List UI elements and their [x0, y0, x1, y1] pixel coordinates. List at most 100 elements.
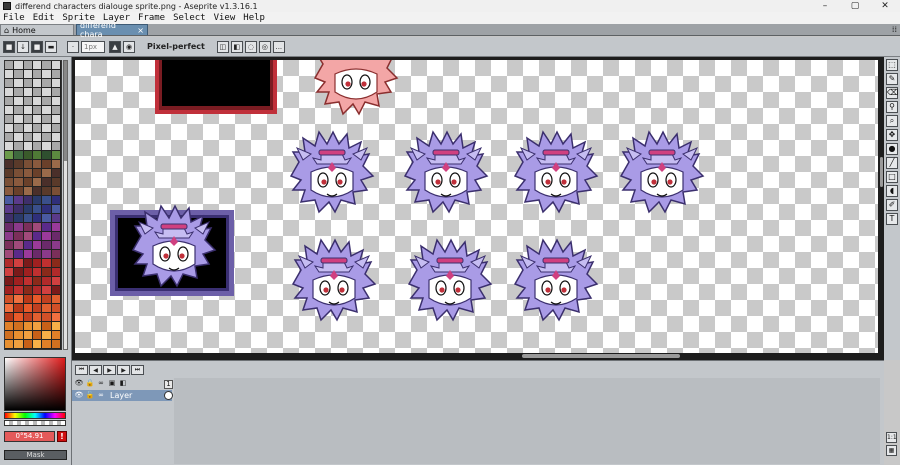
palette-swatch[interactable]: [5, 250, 15, 259]
timeline-grid-icon[interactable]: ▦: [886, 445, 897, 456]
palette-swatch[interactable]: [32, 70, 43, 79]
palette-swatch[interactable]: [5, 340, 15, 349]
marquee-icon[interactable]: ⬚: [886, 59, 898, 71]
palette-swatch[interactable]: [42, 340, 52, 349]
palette-swatch[interactable]: [23, 115, 33, 124]
palette-swatch[interactable]: [14, 331, 24, 340]
palette-swatch[interactable]: [42, 106, 52, 115]
palette-swatch[interactable]: [42, 304, 52, 313]
line-icon[interactable]: ╱: [886, 157, 898, 169]
palette-swatch[interactable]: [14, 205, 24, 214]
alpha-slider[interactable]: [4, 420, 66, 426]
palette-swatch[interactable]: [42, 277, 52, 286]
tab-close-icon[interactable]: ×: [137, 26, 144, 35]
palette-swatch[interactable]: [23, 232, 33, 241]
palette-swatch[interactable]: [32, 61, 43, 70]
palette-swatch[interactable]: [51, 178, 61, 187]
palette-swatch[interactable]: [5, 205, 15, 214]
palette-swatch[interactable]: [51, 124, 61, 133]
color-picker-spectrum[interactable]: [4, 357, 66, 411]
palette-swatch[interactable]: [32, 178, 43, 187]
fill-icon[interactable]: ●: [886, 143, 898, 155]
palette-swatch[interactable]: [23, 295, 33, 304]
palette-swatch[interactable]: [5, 295, 15, 304]
palette-swatch[interactable]: [23, 133, 33, 142]
palette-swatch[interactable]: [42, 79, 52, 88]
foreground-color[interactable]: 0°54.91: [4, 431, 55, 442]
palette-swatch[interactable]: [51, 250, 61, 259]
palette-swatch[interactable]: [14, 295, 24, 304]
palette-swatch[interactable]: [51, 313, 61, 322]
palette-swatch[interactable]: [5, 331, 15, 340]
palette-swatch[interactable]: [23, 322, 33, 331]
palette-swatch[interactable]: [14, 115, 24, 124]
palette-swatch[interactable]: [14, 97, 24, 106]
palette-swatch[interactable]: [5, 79, 15, 88]
palette-swatch[interactable]: [32, 304, 43, 313]
ink-icon[interactable]: ▲: [109, 40, 121, 53]
palette-swatch[interactable]: [14, 88, 24, 97]
palette-swatch[interactable]: [14, 187, 24, 196]
palette-swatch[interactable]: [14, 223, 24, 232]
palette-swatch[interactable]: [32, 160, 43, 169]
line-brush-icon[interactable]: ▬: [45, 40, 57, 53]
layer-name[interactable]: Layer: [110, 391, 160, 400]
move-icon[interactable]: ✥: [886, 129, 898, 141]
palette-swatch[interactable]: [23, 214, 33, 223]
palette-swatch[interactable]: [51, 115, 61, 124]
palette-swatch[interactable]: [51, 214, 61, 223]
close-window-button[interactable]: ✕: [870, 0, 900, 12]
tab-home[interactable]: ⌂ Home: [0, 24, 74, 35]
palette-swatch[interactable]: [5, 61, 15, 70]
palette-swatch[interactable]: [32, 214, 43, 223]
palette-swatch[interactable]: [42, 223, 52, 232]
palette-swatch[interactable]: [32, 250, 43, 259]
palette-swatch[interactable]: [42, 196, 52, 205]
next-frame-icon[interactable]: ▶: [117, 365, 130, 375]
palette-swatch[interactable]: [5, 223, 15, 232]
palette-swatch[interactable]: [32, 133, 43, 142]
palette-swatch[interactable]: [51, 169, 61, 178]
palette-swatch[interactable]: [23, 70, 33, 79]
palette-swatch[interactable]: [23, 223, 33, 232]
palette-swatch[interactable]: [42, 169, 52, 178]
palette-swatch[interactable]: [14, 79, 24, 88]
palette-swatch[interactable]: [14, 322, 24, 331]
palette-swatch[interactable]: [32, 169, 43, 178]
palette-swatch[interactable]: [32, 340, 43, 349]
palette-swatch[interactable]: [23, 286, 33, 295]
palette-swatch[interactable]: [5, 151, 15, 160]
palette-swatch[interactable]: [32, 277, 43, 286]
palette-swatch[interactable]: [51, 88, 61, 97]
palette-swatch[interactable]: [5, 124, 15, 133]
palette-swatch[interactable]: [14, 61, 24, 70]
menu-edit[interactable]: Edit: [33, 13, 55, 23]
palette-swatch[interactable]: [42, 322, 52, 331]
sprite-canvas[interactable]: [75, 60, 878, 353]
palette-swatch[interactable]: [14, 241, 24, 250]
palette-swatch[interactable]: [32, 322, 43, 331]
palette-swatch[interactable]: [5, 286, 15, 295]
palette-swatch[interactable]: [51, 241, 61, 250]
palette-swatch[interactable]: [32, 241, 43, 250]
palette-swatch[interactable]: [42, 160, 52, 169]
frame-number[interactable]: 1: [164, 380, 173, 389]
palette-swatch[interactable]: [42, 97, 52, 106]
palette-swatch[interactable]: [5, 70, 15, 79]
palette-swatch[interactable]: [51, 79, 61, 88]
palette-swatch[interactable]: [42, 232, 52, 241]
palette-swatch[interactable]: [5, 187, 15, 196]
palette-swatch[interactable]: [14, 259, 24, 268]
palette-swatch[interactable]: [32, 151, 43, 160]
lock-icon[interactable]: 🔒: [85, 379, 95, 388]
palette-swatch[interactable]: [5, 322, 15, 331]
layer-visibility-icon[interactable]: 👁: [74, 391, 84, 400]
palette-swatch[interactable]: [23, 88, 33, 97]
palette-swatch[interactable]: [5, 196, 15, 205]
palette-swatch[interactable]: [23, 61, 33, 70]
palette-swatch[interactable]: [51, 151, 61, 160]
last-frame-icon[interactable]: ⏭: [131, 365, 144, 375]
palette-swatch[interactable]: [23, 106, 33, 115]
palette-swatch[interactable]: [14, 124, 24, 133]
canvas-v-scrollbar[interactable]: [880, 157, 883, 187]
